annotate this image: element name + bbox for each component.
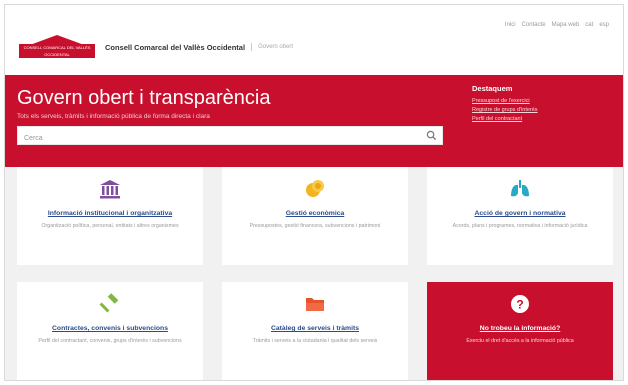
featured-heading: Destaquem	[472, 84, 513, 93]
card-title[interactable]: Contractes, convenis i subvencions	[25, 325, 195, 333]
search-box	[17, 126, 443, 147]
card-info-request[interactable]: ? No trobeu la informació? Exerciu el dr…	[427, 282, 613, 380]
search-input[interactable]	[18, 130, 418, 147]
card-description: Perfil del contractant, convenis, grups …	[38, 338, 182, 345]
top-links: Inici Contacte Mapa web cat esp	[505, 22, 609, 28]
category-cards: Informació institucional i organitzativa…	[5, 167, 623, 380]
brand-divider	[251, 43, 253, 51]
top-link-home[interactable]: Inici	[505, 22, 516, 28]
card-title[interactable]: Catàleg de serveis i tràmits	[230, 325, 400, 333]
institution-icon	[100, 180, 120, 199]
council-logo[interactable]: CONSELL COMARCAL DEL VALLÈS OCCIDENTAL	[17, 35, 97, 59]
card-title[interactable]: No trobeu la informació?	[435, 325, 605, 333]
card-government-action[interactable]: Acció de govern i normativa Acords, plan…	[427, 167, 613, 265]
lang-esp[interactable]: esp	[599, 22, 609, 28]
lang-cat[interactable]: cat	[585, 22, 593, 28]
card-description: Tràmits i serveis a la ciutadania i qual…	[252, 338, 378, 345]
featured-link-registry[interactable]: Registre de grups d'interès	[472, 107, 538, 113]
card-description: Exerciu el dret d'accés a la informació …	[466, 338, 574, 345]
card-description: Acords, plans i programes, normativa i i…	[452, 223, 588, 230]
question-icon: ?	[511, 295, 529, 313]
org-subtitle: Govern obert	[258, 44, 294, 50]
svg-text:?: ?	[516, 298, 523, 312]
top-link-sitemap[interactable]: Mapa web	[552, 22, 580, 28]
card-description: Organització política, personal, entitat…	[41, 223, 179, 230]
org-name: Consell Comarcal del Vallès Occidental	[105, 42, 246, 52]
card-title[interactable]: Acció de govern i normativa	[435, 210, 605, 218]
featured-link-budget[interactable]: Pressupost de l'exercici	[472, 98, 538, 104]
coins-icon	[306, 180, 324, 197]
page-subtitle: Tots els serveis, tràmits i informació p…	[17, 113, 210, 120]
card-services[interactable]: Catàleg de serveis i tràmits Tràmits i s…	[222, 282, 408, 380]
card-institutional[interactable]: Informació institucional i organitzativa…	[17, 167, 203, 265]
card-title[interactable]: Gestió econòmica	[230, 210, 400, 218]
card-contracts[interactable]: Contractes, convenis i subvencions Perfi…	[17, 282, 203, 380]
page-frame: Inici Contacte Mapa web cat esp CONSELL …	[4, 4, 624, 381]
card-title[interactable]: Informació institucional i organitzativa	[25, 210, 195, 218]
page-title: Govern obert i transparència	[17, 87, 271, 109]
brand[interactable]: CONSELL COMARCAL DEL VALLÈS OCCIDENTAL C…	[17, 35, 293, 59]
lungs-icon	[511, 180, 529, 197]
folder-icon	[306, 298, 324, 311]
logo-text: CONSELL COMARCAL DEL VALLÈS OCCIDENTAL	[19, 44, 95, 58]
card-description: Pressupostes, gestió financera, subvenci…	[249, 223, 381, 230]
hero-banner: Govern obert i transparència Tots els se…	[5, 75, 623, 167]
gavel-icon	[99, 293, 119, 313]
top-link-contact[interactable]: Contacte	[522, 22, 546, 28]
search-icon[interactable]	[426, 130, 437, 141]
featured-link-contractor[interactable]: Perfil del contractant	[472, 116, 538, 122]
featured-panel: Destaquem Pressupost de l'exercici Regis…	[472, 84, 538, 125]
card-economic[interactable]: Gestió econòmica Pressupostes, gestió fi…	[222, 167, 408, 265]
